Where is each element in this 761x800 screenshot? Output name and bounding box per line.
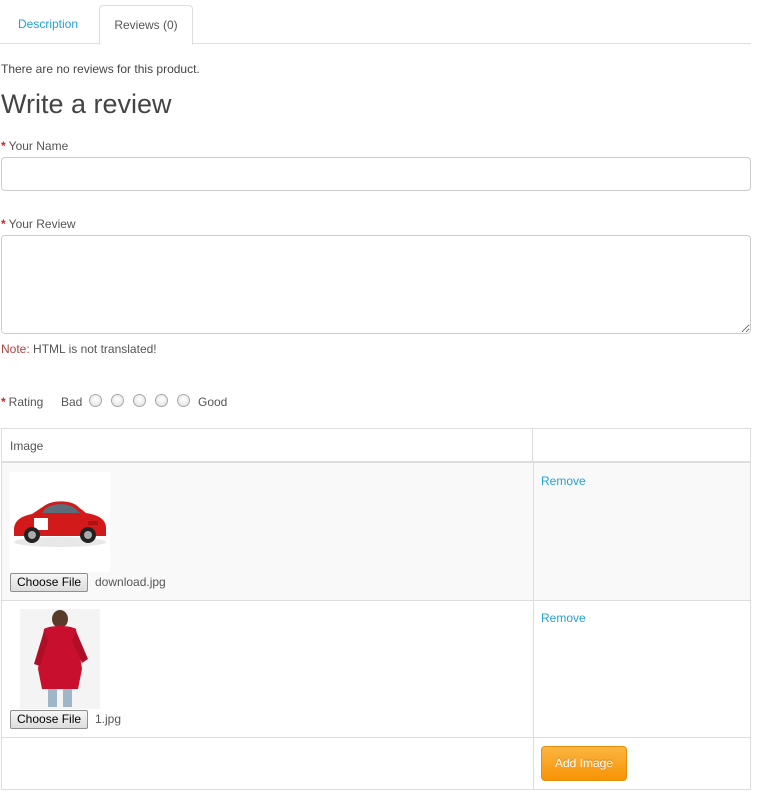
table-row: Choose File 1.jpg Remove [2,601,750,738]
remove-link[interactable]: Remove [541,474,586,488]
tab-description[interactable]: Description [0,5,96,44]
required-marker: * [1,217,6,231]
tab-reviews[interactable]: Reviews (0) [99,5,193,45]
rating-radio-4[interactable] [155,394,168,407]
red-car-icon[interactable] [10,472,110,572]
image-table: Image Choose File download.jpg Remove Ch… [1,428,751,790]
name-input[interactable] [1,157,751,191]
rating-row: * Rating Bad Good [1,394,401,410]
image-header-text: Image [10,439,44,453]
tab-bar: Description Reviews (0) [0,0,751,45]
rating-radio-5[interactable] [177,394,190,407]
rating-radio-1[interactable] [89,394,102,407]
html-note: Note: HTML is not translated! [1,342,157,356]
rating-radio-2[interactable] [111,394,124,407]
review-label: * Your Review [1,217,76,231]
image-column-header: Image [2,429,533,463]
name-label-text: Your Name [8,139,69,153]
column-divider [533,601,534,737]
no-reviews-message: There are no reviews for this product. [1,62,200,76]
file-name: download.jpg [95,575,166,589]
note-text: HTML is not translated! [29,342,157,356]
choose-file-button[interactable]: Choose File [10,573,89,592]
add-image-button[interactable]: Add Image [541,746,627,781]
rating-good-label: Good [198,395,228,409]
rating-label: * Rating [1,395,43,409]
rating-label-text: Rating [8,395,44,409]
column-divider [533,463,534,600]
file-name: 1.jpg [95,712,122,726]
note-key: Note: [1,342,30,356]
action-column-header [533,429,750,463]
rating-radio-3[interactable] [133,394,146,407]
review-textarea[interactable] [1,235,751,334]
column-divider [533,738,534,789]
page-title: Write a review [1,89,172,119]
choose-file-button[interactable]: Choose File [10,710,89,729]
remove-link[interactable]: Remove [541,611,586,625]
table-footer-row: Add Image [2,738,750,789]
rating-bad-label: Bad [61,395,83,409]
table-row: Choose File download.jpg Remove [2,463,750,601]
name-label: * Your Name [1,139,68,153]
review-label-text: Your Review [8,217,76,231]
required-marker: * [1,395,6,409]
required-marker: * [1,139,6,153]
red-coat-person-icon[interactable] [20,609,100,709]
